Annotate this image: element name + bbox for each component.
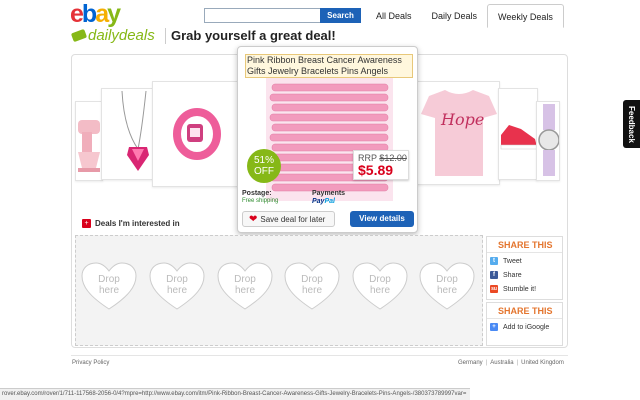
deal-thumb-necklace[interactable] xyxy=(101,88,153,180)
view-details-button[interactable]: View details xyxy=(350,211,414,227)
search-button[interactable]: Search xyxy=(320,8,361,23)
stumbleupon-icon: su xyxy=(490,285,498,293)
drop-label: here xyxy=(166,285,187,296)
tag-icon xyxy=(70,28,88,43)
necklace-image xyxy=(121,90,149,171)
pink-watch-image xyxy=(173,108,221,160)
discount-off-label: OFF xyxy=(254,166,274,177)
pink-sneaker-image xyxy=(500,125,537,150)
drop-label: Drop xyxy=(436,274,458,285)
deal-tabs: All Deals Daily Deals Weekly Deals xyxy=(366,4,564,28)
igoogle-icon: + xyxy=(490,323,498,331)
drop-label: Drop xyxy=(98,274,120,285)
postage-label: Postage: xyxy=(242,190,272,197)
daily-deals-wordmark: dailydeals xyxy=(88,27,155,44)
drop-slot[interactable]: Drop here xyxy=(149,262,205,312)
drop-label: Drop xyxy=(234,274,256,285)
drop-label: Drop xyxy=(369,274,391,285)
drop-label: here xyxy=(301,285,322,296)
country-link-germany[interactable]: Germany xyxy=(458,360,483,366)
share-stumbleupon[interactable]: su Stumble it! xyxy=(487,282,562,296)
drop-slot[interactable]: Drop here xyxy=(284,262,340,312)
privacy-policy-link[interactable]: Privacy Policy xyxy=(72,360,109,366)
share-igoogle-label: Add to iGoogle xyxy=(503,323,550,331)
ebay-logo[interactable]: ebay xyxy=(70,1,121,27)
footer-separator: | xyxy=(516,360,519,366)
deal-thumb-sneaker[interactable] xyxy=(498,88,538,180)
share-title: SHARE THIS xyxy=(487,237,562,253)
drop-label: here xyxy=(436,285,457,296)
payments-label: Payments xyxy=(312,190,346,197)
twitter-icon: t xyxy=(490,257,498,265)
deal-thumb-wristwatch[interactable] xyxy=(536,101,560,181)
deal-drop-area[interactable]: Drop here Drop here Drop here Drop here Drop… xyxy=(75,235,483,346)
postage-value: Free shipping xyxy=(242,198,279,204)
feedback-tab[interactable]: Feedback xyxy=(623,100,640,148)
drop-label: here xyxy=(234,285,255,296)
share-facebook-label: Share xyxy=(503,271,522,279)
plus-heart-icon: + xyxy=(82,219,91,228)
mixer-image xyxy=(78,120,100,172)
wristwatch-image xyxy=(538,104,559,176)
save-deal-label: Save deal for later xyxy=(260,214,326,224)
share-twitter[interactable]: t Tweet xyxy=(487,254,562,268)
drop-label: Drop xyxy=(166,274,188,285)
share-twitter-label: Tweet xyxy=(503,257,522,265)
paypal-logo: PayPal xyxy=(312,198,335,205)
daily-deals-logo[interactable]: dailydeals xyxy=(70,27,155,44)
share-igoogle[interactable]: + Add to iGoogle xyxy=(487,320,562,334)
save-deal-button[interactable]: ❤ Save deal for later xyxy=(242,211,335,227)
hope-shirt-text: Hope xyxy=(441,110,485,129)
tab-daily-deals[interactable]: Daily Deals xyxy=(422,4,488,28)
facebook-icon: f xyxy=(490,271,498,279)
page-tagline: Grab yourself a great deal! xyxy=(171,28,336,43)
drop-slot[interactable]: Drop here xyxy=(352,262,408,312)
search-input[interactable] xyxy=(204,8,321,23)
deal-thumb-mixer[interactable] xyxy=(75,101,103,181)
drop-label: here xyxy=(98,285,119,296)
deal-thumb-hope-shirt[interactable]: Hope xyxy=(416,81,500,185)
share-stumbleupon-label: Stumble it! xyxy=(503,285,537,293)
price-box: RRP $12.00 $5.89 xyxy=(353,150,409,180)
header-divider xyxy=(165,28,166,44)
share-title: SHARE THIS xyxy=(487,303,562,319)
heart-icon: ❤ xyxy=(249,213,258,225)
deal-price: $5.89 xyxy=(358,162,394,178)
hope-tshirt-image xyxy=(421,90,497,176)
country-links: Germany | Australia | United Kingdom xyxy=(458,360,564,366)
share-panel: SHARE THIS t Tweet f Share su Stumble it… xyxy=(486,236,563,300)
bracelets-image xyxy=(269,83,389,192)
interested-deals-label: Deals I'm interested in xyxy=(95,219,180,228)
footer-divider xyxy=(71,355,568,356)
drop-label: Drop xyxy=(301,274,323,285)
drop-slot[interactable]: Drop here xyxy=(419,262,475,312)
deal-thumb-watch[interactable] xyxy=(152,81,240,187)
drop-slot[interactable]: Drop here xyxy=(217,262,273,312)
tab-weekly-deals[interactable]: Weekly Deals xyxy=(487,4,564,28)
deal-image[interactable] xyxy=(266,78,393,201)
deal-popup: Pink Ribbon Breast Cancer Awareness Gift… xyxy=(237,46,418,233)
share-panel-igoogle: SHARE THIS + Add to iGoogle xyxy=(486,302,563,346)
country-link-australia[interactable]: Australia xyxy=(490,360,513,366)
tab-all-deals[interactable]: All Deals xyxy=(366,4,422,28)
deal-title-link[interactable]: Pink Ribbon Breast Cancer Awareness Gift… xyxy=(245,54,413,78)
browser-status-bar: rover.ebay.com/rover/1/711-117568-2056-0… xyxy=(0,388,470,400)
discount-badge: 51% OFF xyxy=(247,149,281,183)
interested-deals-heading: + Deals I'm interested in xyxy=(82,219,180,228)
discount-percent: 51% xyxy=(253,155,274,166)
country-link-uk[interactable]: United Kingdom xyxy=(521,360,564,366)
drop-label: here xyxy=(369,285,390,296)
share-facebook[interactable]: f Share xyxy=(487,268,562,282)
footer-separator: | xyxy=(485,360,488,366)
drop-slot[interactable]: Drop here xyxy=(81,262,137,312)
